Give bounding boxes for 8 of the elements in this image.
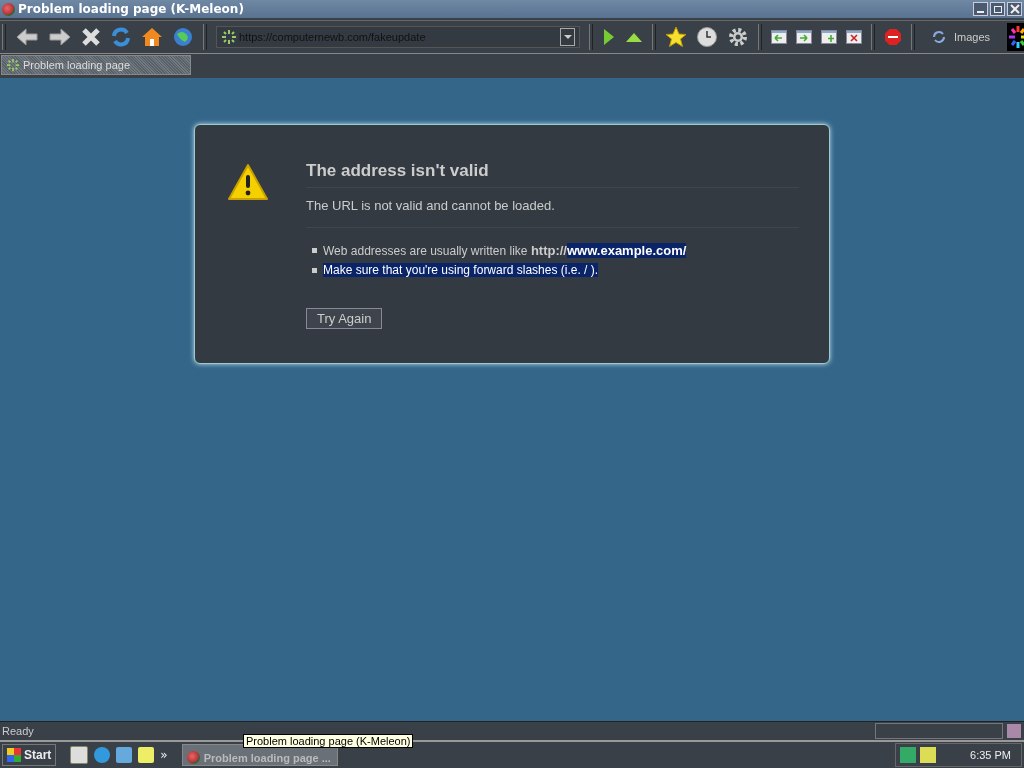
tooltip: Problem loading page (K-Meleon)	[243, 734, 414, 748]
clock: 6:35 PM	[970, 749, 1011, 761]
error-description: The URL is not valid and cannot be loaded.	[306, 198, 799, 228]
status-text: Ready	[1, 725, 35, 737]
hint-text: Web addresses are usually written like http://www.example.com/	[323, 242, 687, 258]
error-title: The address isn't valid	[306, 161, 799, 188]
hint-text: Make sure that you're using forward slashes (i.e. / ).	[323, 263, 599, 277]
window-title: Problem loading page (K-Meleon)	[18, 2, 245, 16]
